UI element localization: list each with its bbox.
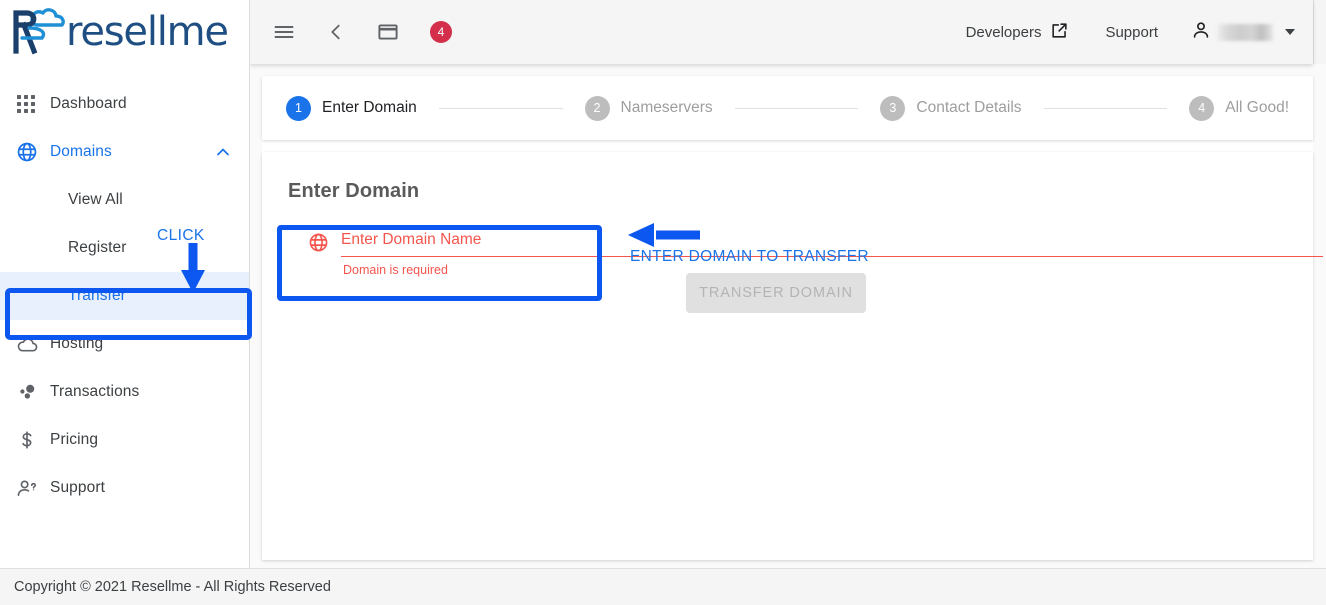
copyright-text: Copyright © 2021 Resellme - All Rights R… [14, 579, 331, 595]
step-label: All Good! [1225, 99, 1290, 116]
account-name [1217, 23, 1273, 41]
notification-badge[interactable]: 4 [430, 21, 452, 43]
app-root: resellme Dashboard Domains View All Regi… [0, 0, 1326, 605]
sidebar-item-domains[interactable]: Domains [0, 128, 249, 176]
globe-icon [308, 232, 329, 257]
page-title: Enter Domain [288, 180, 420, 202]
step-number: 2 [584, 95, 610, 121]
bubbles-icon [16, 381, 50, 403]
caret-down-icon[interactable] [1285, 29, 1295, 35]
sidebar-item-view-all[interactable]: View All [0, 176, 249, 224]
field-underline [341, 256, 1323, 257]
cloud-icon [16, 333, 50, 356]
stepper-step-2[interactable]: 2 Nameservers [584, 95, 713, 121]
window-icon[interactable] [372, 16, 404, 48]
stepper-connector [734, 107, 859, 109]
footer: Copyright © 2021 Resellme - All Rights R… [0, 568, 1326, 605]
person-question-icon [16, 477, 50, 500]
step-number: 3 [880, 95, 906, 121]
transfer-panel: Enter Domain Enter Domain Name Domain is… [262, 152, 1323, 598]
sidebar-item-hosting[interactable]: Hosting [0, 320, 249, 368]
globe-icon [16, 141, 50, 163]
stepper-connector [1043, 107, 1168, 109]
support-label: Support [1105, 23, 1158, 41]
sidebar-subitem-label: Register [68, 239, 127, 256]
sidebar-item-dashboard[interactable]: Dashboard [0, 80, 249, 128]
topbar: 4 Developers Support [250, 0, 1313, 64]
sidebar-item-label: Pricing [50, 431, 99, 448]
brand-name: resellme [66, 9, 229, 55]
step-label: Enter Domain [322, 99, 417, 116]
transfer-domain-button[interactable]: TRANSFER DOMAIN [686, 273, 866, 313]
step-number: 4 [1189, 95, 1215, 121]
domain-field-line: Enter Domain Name [308, 231, 1323, 257]
topbar-right-strip [1313, 0, 1326, 64]
hamburger-menu-icon[interactable] [268, 16, 300, 48]
domain-field: Enter Domain Name Domain is required [308, 231, 1323, 277]
sidebar-item-support[interactable]: Support [0, 464, 249, 512]
sidebar-item-label: Domains [50, 143, 112, 160]
person-icon [1190, 19, 1212, 46]
sidebar-item-register[interactable]: Register [0, 224, 249, 272]
domain-input-wrap[interactable]: Enter Domain Name [341, 231, 1323, 257]
account-menu[interactable] [1176, 19, 1295, 46]
stepper-step-4[interactable]: 4 All Good! [1189, 95, 1290, 121]
sidebar-item-label: Dashboard [50, 95, 127, 112]
sidebar-nav: Dashboard Domains View All Register Tran… [0, 64, 249, 512]
brand-logo [8, 7, 70, 57]
resellme-cloud-r-logo-icon [13, 8, 65, 55]
step-label: Contact Details [916, 99, 1022, 116]
topbar-left-controls: 4 [250, 16, 452, 48]
sidebar-item-pricing[interactable]: Pricing [0, 416, 249, 464]
sidebar-subitem-label: View All [68, 191, 123, 208]
sidebar-item-label: Hosting [50, 335, 104, 352]
stepper-step-3[interactable]: 3 Contact Details [880, 95, 1022, 121]
step-label: Nameservers [620, 99, 713, 116]
support-link[interactable]: Support [1087, 24, 1176, 41]
stepper-step-1[interactable]: 1 Enter Domain [286, 95, 417, 121]
sidebar-item-transfer[interactable]: Transfer [0, 272, 249, 320]
sidebar-subitem-label: Transfer [68, 287, 126, 304]
developers-label: Developers [965, 23, 1042, 41]
apps-grid-icon [16, 94, 50, 114]
step-number: 1 [286, 95, 311, 121]
main-content: 1 Enter Domain 2 Nameservers 3 Contact D… [262, 76, 1323, 598]
sidebar: resellme Dashboard Domains View All Regi… [0, 0, 250, 568]
stepper: 1 Enter Domain 2 Nameservers 3 Contact D… [262, 76, 1313, 140]
topbar-right-controls: Developers Support [948, 19, 1313, 46]
brand[interactable]: resellme [0, 0, 249, 64]
external-link-icon [1050, 21, 1069, 44]
dollar-icon [16, 429, 50, 451]
chevron-up-icon[interactable] [213, 142, 233, 162]
developers-link[interactable]: Developers [948, 21, 1088, 44]
stepper-connector [438, 107, 563, 109]
search-input[interactable]: Enter Domain Name [341, 231, 1323, 256]
chevron-left-icon[interactable] [320, 16, 352, 48]
sidebar-item-label: Transactions [50, 383, 140, 400]
sidebar-item-transactions[interactable]: Transactions [0, 368, 249, 416]
sidebar-item-label: Support [50, 479, 105, 496]
